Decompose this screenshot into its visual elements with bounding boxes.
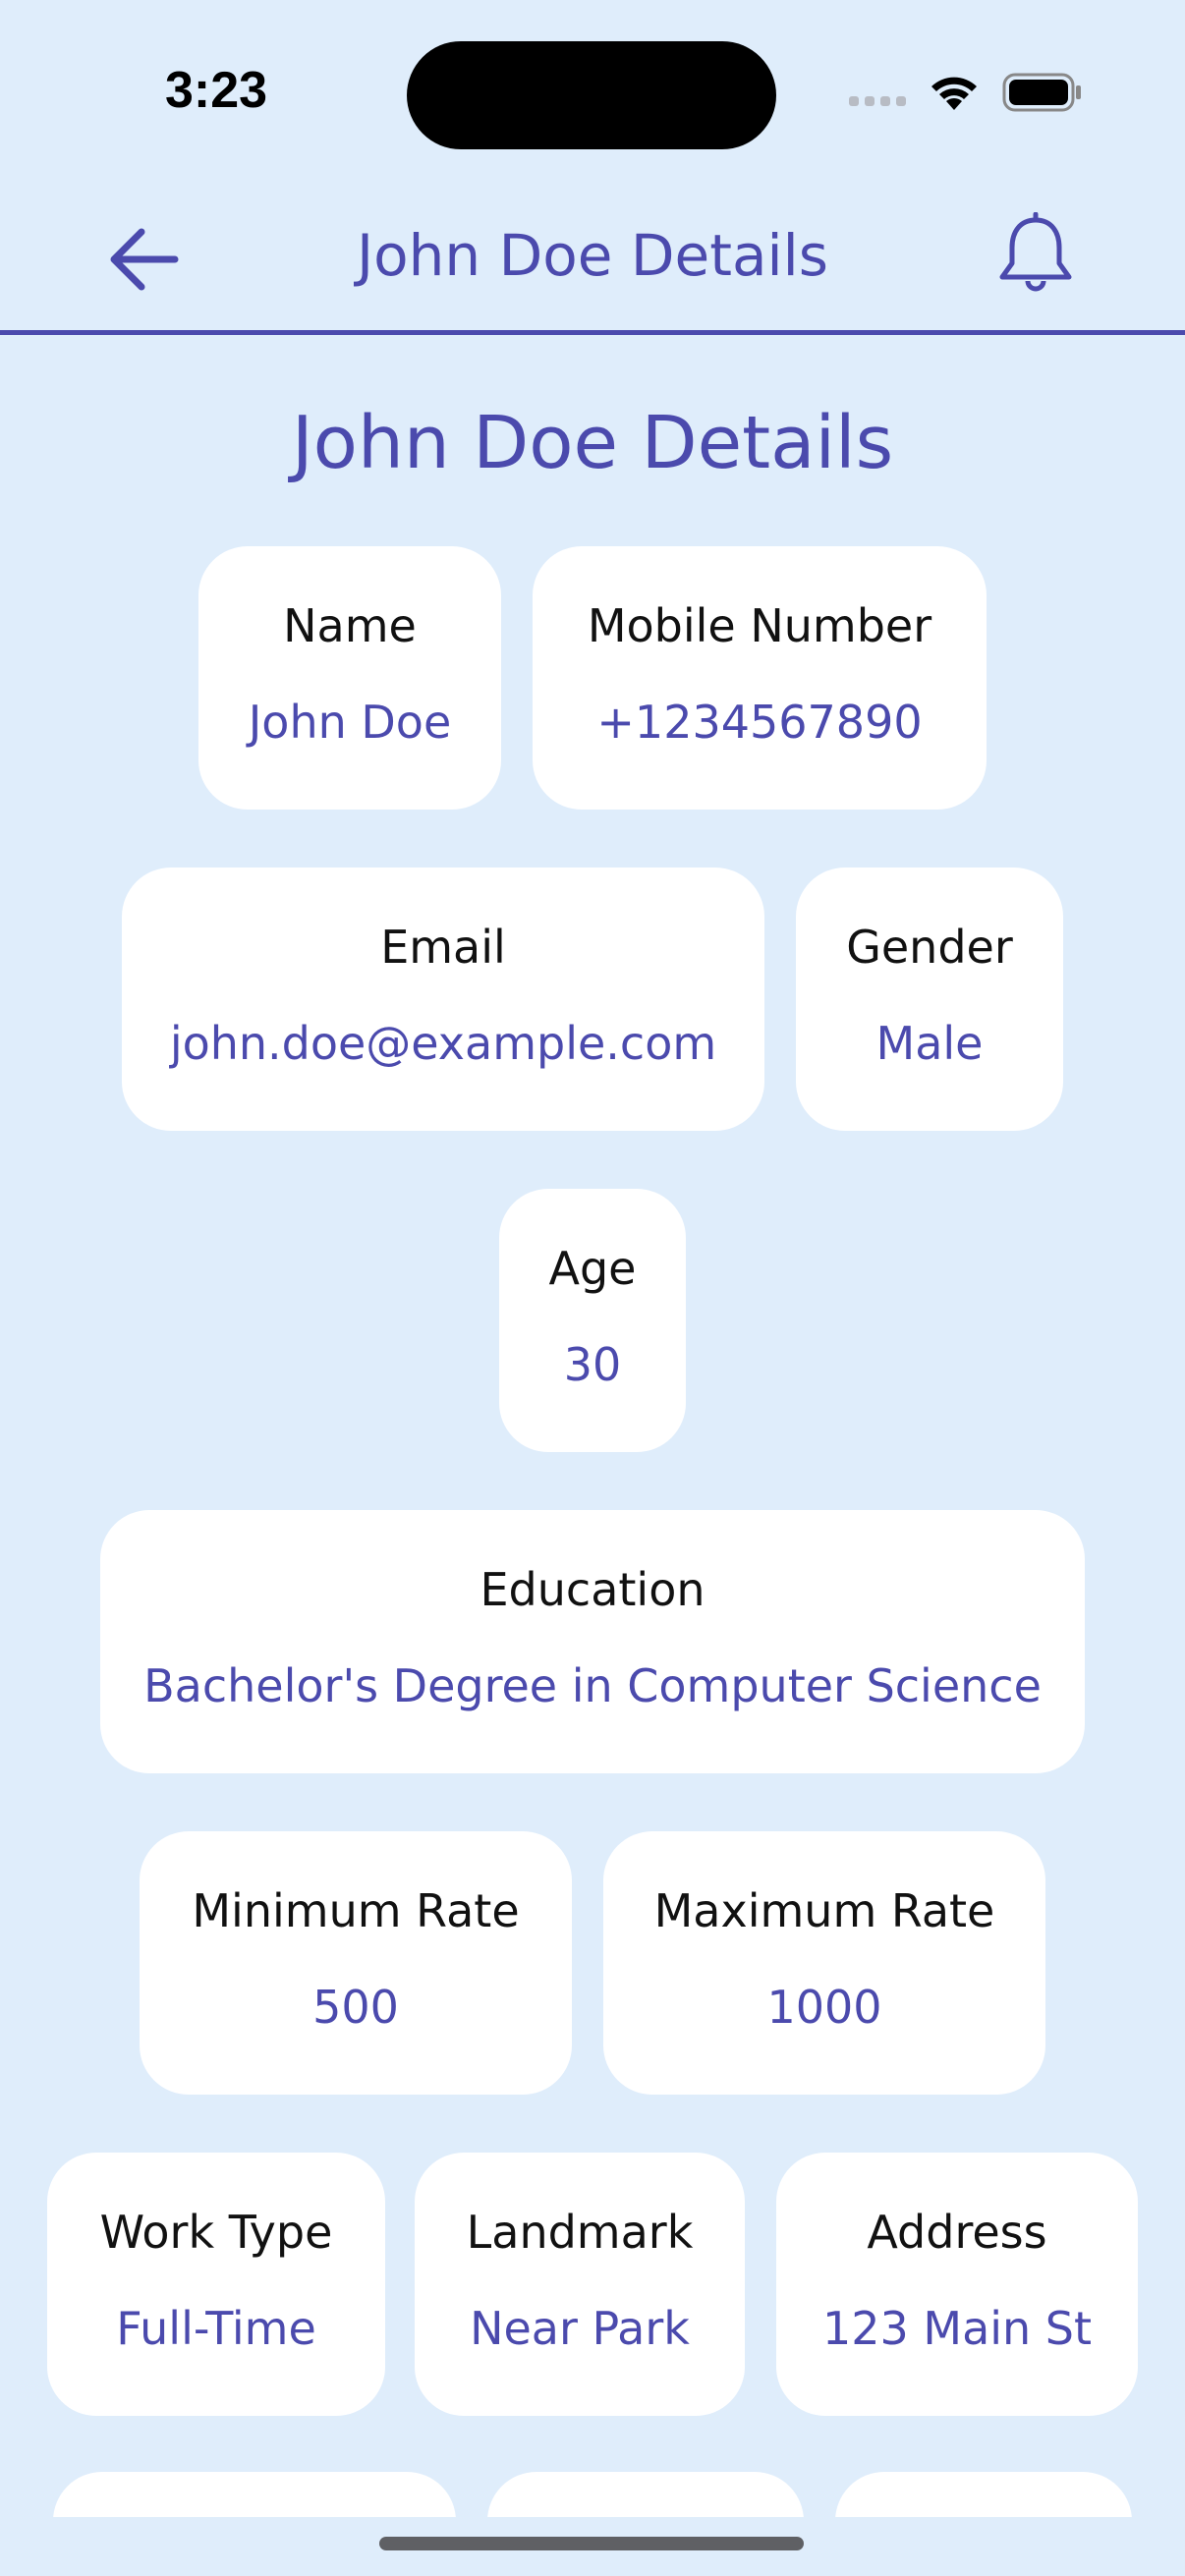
maximum-rate-card: Maximum Rate 1000 xyxy=(603,1831,1045,2095)
education-card: Education Bachelor's Degree in Computer … xyxy=(100,1510,1085,1773)
maximum-rate-value: 1000 xyxy=(766,1981,882,2034)
email-card: Email john.doe@example.com xyxy=(122,868,764,1131)
email-label: Email xyxy=(380,921,506,974)
minimum-rate-value: 500 xyxy=(312,1981,399,2034)
age-value: 30 xyxy=(563,1338,622,1391)
email-value: john.doe@example.com xyxy=(169,1017,717,1070)
address-value: 123 Main St xyxy=(821,2302,1093,2355)
maximum-rate-label: Maximum Rate xyxy=(653,1884,995,1937)
name-label: Name xyxy=(283,599,417,652)
work-type-card: Work Type Full-Time xyxy=(47,2153,385,2416)
dynamic-island xyxy=(407,41,776,149)
screen: 3:23 John Doe Details John Doe Details N… xyxy=(0,0,1185,2576)
minimum-rate-label: Minimum Rate xyxy=(192,1884,520,1937)
app-bar-divider xyxy=(0,330,1185,335)
gender-value: Male xyxy=(875,1017,984,1070)
status-time: 3:23 xyxy=(165,62,268,119)
address-card: Address 123 Main St xyxy=(776,2153,1138,2416)
page-title: John Doe Details xyxy=(291,401,894,485)
minimum-rate-card: Minimum Rate 500 xyxy=(140,1831,572,2095)
work-type-label: Work Type xyxy=(99,2206,333,2259)
mobile-value: +1234567890 xyxy=(596,696,923,749)
name-card: Name John Doe xyxy=(198,546,501,810)
mobile-label: Mobile Number xyxy=(587,599,932,652)
notifications-button[interactable] xyxy=(994,211,1077,301)
bell-icon xyxy=(999,211,1072,292)
age-label: Age xyxy=(548,1242,637,1295)
education-value: Bachelor's Degree in Computer Science xyxy=(143,1659,1042,1712)
education-label: Education xyxy=(480,1563,705,1616)
cellular-signal-icon xyxy=(849,96,906,106)
landmark-value: Near Park xyxy=(470,2302,690,2355)
gender-label: Gender xyxy=(846,921,1013,974)
work-type-value: Full-Time xyxy=(116,2302,316,2355)
battery-icon xyxy=(1002,73,1081,112)
name-value: John Doe xyxy=(248,696,452,749)
gender-card: Gender Male xyxy=(796,868,1063,1131)
wifi-icon xyxy=(931,77,977,110)
age-card: Age 30 xyxy=(499,1189,686,1452)
address-label: Address xyxy=(867,2206,1047,2259)
landmark-label: Landmark xyxy=(466,2206,694,2259)
landmark-card: Landmark Near Park xyxy=(415,2153,745,2416)
mobile-card: Mobile Number +1234567890 xyxy=(533,546,987,810)
home-indicator[interactable] xyxy=(379,2537,804,2550)
